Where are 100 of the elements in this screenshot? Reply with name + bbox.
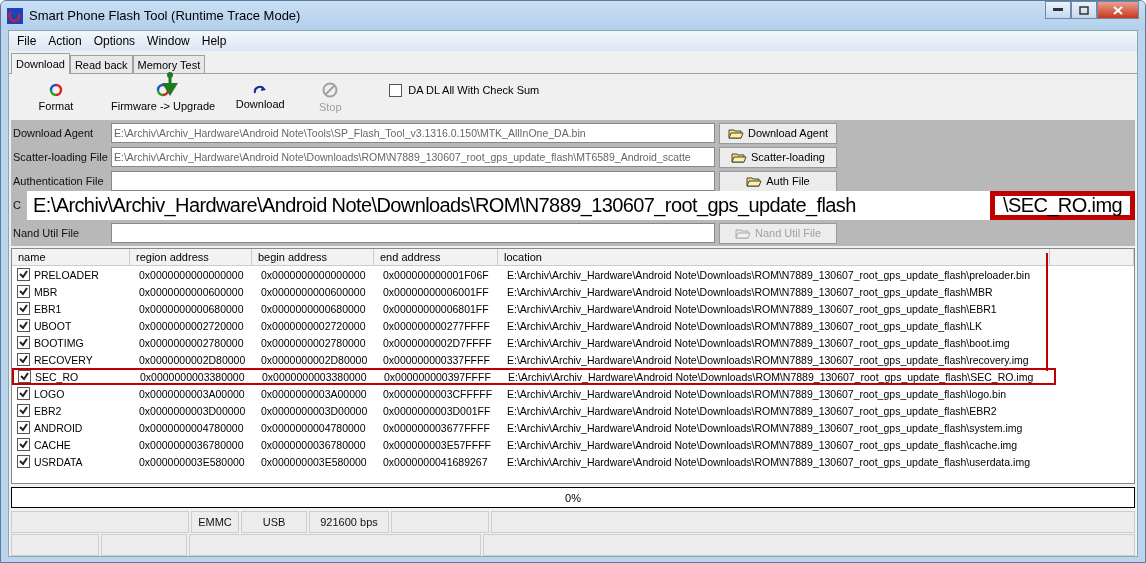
field-label: Scatter-loading File	[13, 151, 108, 163]
column-header[interactable]: end address	[374, 249, 498, 265]
format-button[interactable]: Format	[11, 82, 101, 112]
stop-icon	[322, 81, 339, 98]
browse-button[interactable]: Download Agent	[719, 122, 837, 144]
row-checkbox[interactable]	[17, 438, 30, 451]
tab[interactable]: Read back	[69, 55, 133, 73]
file-path-field[interactable]	[111, 223, 715, 243]
checksum-checkbox[interactable]: DA DL All With Check Sum	[389, 83, 540, 97]
table-cell: E:\Archiv\Archiv_Hardware\Android Note\Downloads\ROM\N7889_130607_root_gps_update_flash\SEC_RO.img	[508, 370, 1034, 383]
file-path-field[interactable]: E:\Archiv\Archiv_Hardware\Android Note\Tools\SP_Flash_Tool_v3.1316.0.150\MTK_AllInOne_DA.bin	[111, 123, 715, 143]
row-checkbox[interactable]	[17, 268, 30, 281]
table-cell: E:\Archiv\Archiv_Hardware\Android Note\Downloads\ROM\N7889_130607_root_gps_update_flash\EBR1	[507, 302, 997, 315]
menu-item[interactable]: File	[11, 34, 43, 48]
row-checkbox[interactable]	[17, 285, 30, 298]
table-cell: 0x0000000000680000	[139, 302, 244, 315]
folder-icon	[746, 175, 763, 187]
column-header[interactable]: name	[12, 249, 130, 265]
menu-item[interactable]: Window	[141, 34, 196, 48]
table-cell: 0x0000000000600000	[261, 285, 366, 298]
table-cell: E:\Archiv\Archiv_Hardware\Android Note\Downloads\ROM\N7889_130607_root_gps_update_flash\userdata.img	[507, 455, 1030, 468]
table-cell: 0x0000000003CFFFFF	[383, 387, 493, 400]
table-cell: UBOOT	[34, 319, 72, 332]
table-cell: 0x0000000003A00000	[139, 387, 245, 400]
close-button[interactable]	[1097, 1, 1139, 19]
table-cell: 0x0000000002D80000	[261, 353, 368, 366]
table-cell: EBR2	[34, 404, 62, 417]
window-title: Smart Phone Flash Tool (Runtime Trace Mode)	[29, 8, 301, 23]
app-icon	[7, 7, 23, 24]
table-cell: 0x0000000002780000	[139, 336, 244, 349]
table-cell: 0x0000000000000000	[261, 268, 366, 281]
table-cell: E:\Archiv\Archiv_Hardware\Android Note\Downloads\ROM\N7889_130607_root_gps_update_flash\cache.img	[507, 438, 1018, 451]
table-cell: 0x0000000004780000	[139, 421, 244, 434]
browse-button[interactable]: Auth File	[719, 170, 837, 192]
minimize-button[interactable]	[1045, 1, 1071, 19]
folder-icon	[731, 151, 747, 163]
table-cell: 0x000000000001F06F	[383, 268, 489, 281]
row-checkbox[interactable]	[17, 353, 30, 366]
arrow-annotation	[161, 72, 179, 96]
menu-item[interactable]: Action	[42, 34, 88, 48]
table-cell: 0x0000000002D7FFFF	[383, 336, 492, 349]
table-cell: E:\Archiv\Archiv_Hardware\Android Note\Downloads\ROM\N7889_130607_root_gps_update_flash\logo.bin	[507, 387, 1007, 400]
tab[interactable]: Memory Test	[132, 55, 206, 73]
table-cell: 0x0000000036780000	[139, 438, 244, 451]
table-cell: 0x0000000003A00000	[261, 387, 367, 400]
close-icon	[1113, 5, 1123, 15]
row-checkbox[interactable]	[17, 387, 30, 400]
table-cell: 0x000000000277FFFF	[383, 319, 490, 332]
table-cell: E:\Archiv\Archiv_Hardware\Android Note\Downloads\ROM\N7889_130607_root_gps_update_flash\boot.img	[507, 336, 1010, 349]
maximize-icon	[1079, 5, 1089, 15]
table-cell: 0x0000000003D001FF	[383, 404, 491, 417]
maximize-button[interactable]	[1071, 1, 1097, 19]
table-cell: LOGO	[34, 387, 65, 400]
table-cell: 0x0000000002780000	[261, 336, 366, 349]
table-cell: 0x000000003677FFFF	[383, 421, 490, 434]
menu-item[interactable]: Options	[87, 34, 142, 48]
table-cell: E:\Archiv\Archiv_Hardware\Android Note\Downloads\ROM\N7889_130607_root_gps_update_flash\preloader.bin	[507, 268, 1030, 281]
column-header[interactable]: begin address	[252, 249, 374, 265]
row-checkbox[interactable]	[18, 370, 31, 383]
download-button[interactable]: Download	[225, 84, 296, 110]
field-label: Nand Util File	[13, 227, 80, 239]
column-header[interactable]: region address	[130, 249, 252, 265]
table-cell: 0x000000000397FFFF	[384, 370, 491, 383]
field-label: Authentication File	[13, 175, 104, 187]
row-checkbox[interactable]	[17, 319, 30, 332]
folder-icon	[727, 127, 744, 139]
cycle-arrows-icon	[49, 82, 63, 97]
row-checkbox[interactable]	[17, 455, 30, 468]
callout-filename: \SEC_RO.img	[990, 191, 1135, 220]
table-cell: E:\Archiv\Archiv_Hardware\Android Note\Downloads\ROM\N7889_130607_root_gps_update_flash\MBR	[507, 285, 993, 298]
status-cell: 921600 bps	[309, 511, 389, 533]
row-checkbox[interactable]	[17, 404, 30, 417]
table-cell: BOOTIMG	[34, 336, 84, 349]
table-cell: 0x00000000006001FF	[383, 285, 489, 298]
table-cell: RECOVERY	[34, 353, 93, 366]
table-cell: 0x0000000000680000	[261, 302, 366, 315]
table-cell: E:\Archiv\Archiv_Hardware\Android Note\Downloads\ROM\N7889_130607_root_gps_update_flash\EBR2	[507, 404, 997, 417]
table-cell: SEC_RO	[35, 370, 79, 383]
table-cell: USRDATA	[34, 455, 83, 468]
table-cell: E:\Archiv\Archiv_Hardware\Android Note\Downloads\ROM\N7889_130607_root_gps_update_flash\LK	[507, 319, 983, 332]
menu-item[interactable]: Help	[195, 34, 233, 48]
table-cell: 0x0000000041689267	[383, 455, 488, 468]
row-checkbox[interactable]	[17, 421, 30, 434]
table-cell: 0x0000000003D00000	[139, 404, 246, 417]
table-cell: 0x0000000002D80000	[139, 353, 246, 366]
browse-button[interactable]: Scatter-loading	[719, 146, 837, 168]
table-cell: 0x0000000004780000	[261, 421, 366, 434]
row-checkbox[interactable]	[17, 302, 30, 315]
row-checkbox[interactable]	[17, 336, 30, 349]
file-path-field[interactable]: E:\Archiv\Archiv_Hardware\Android Note\Downloads\ROM\N7889_130607_root_gps_update_flash\MT6589_Android_scatte	[111, 147, 715, 167]
status-cell: EMMC	[191, 511, 239, 533]
file-path-field[interactable]	[111, 171, 715, 191]
table-cell: 0x0000000036780000	[261, 438, 366, 451]
tab[interactable]: Download	[11, 53, 70, 74]
progress-text: 0%	[565, 491, 581, 504]
table-cell: E:\Archiv\Archiv_Hardware\Android Note\Downloads\ROM\N7889_130607_root_gps_update_flash\recovery.img	[507, 353, 1029, 366]
folder-icon	[735, 227, 751, 239]
table-cell: ANDROID	[34, 421, 83, 434]
curved-arrow-icon	[253, 84, 268, 95]
table-cell: E:\Archiv\Archiv_Hardware\Android Note\Downloads\ROM\N7889_130607_root_gps_update_flash\system.img	[507, 421, 1023, 434]
